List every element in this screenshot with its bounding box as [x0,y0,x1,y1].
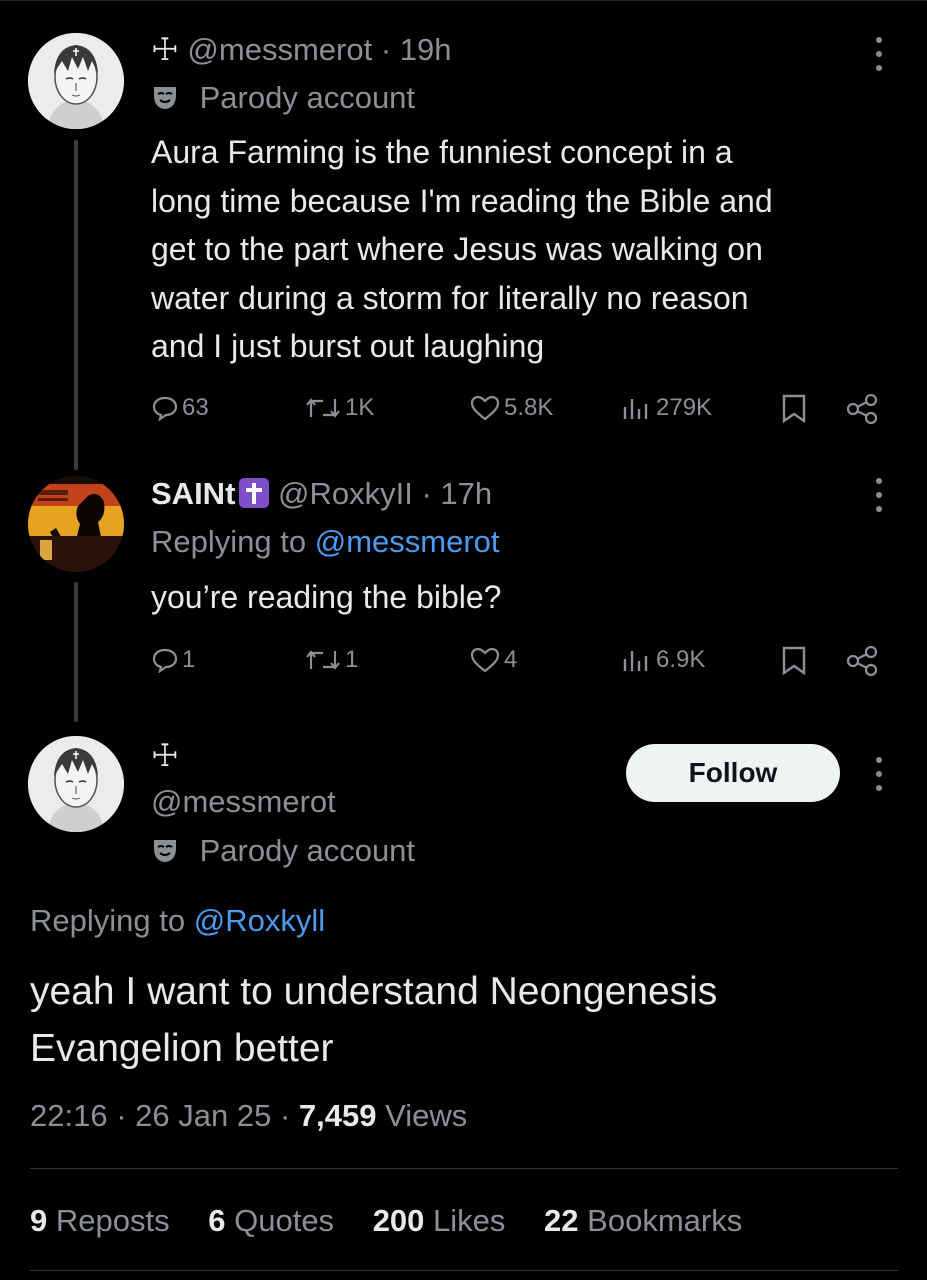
replying-to: Replying to @Roxkyll [30,903,325,939]
repost-icon [306,650,340,670]
separator: · [380,32,392,67]
post-header: ☩ @messmerot · 19h [151,32,452,68]
parody-mask-icon [154,840,176,862]
text-line: water during a storm for literally no re… [151,279,749,316]
timestamp[interactable]: 17h [440,476,492,511]
bookmarks-stat[interactable]: 22 Bookmarks [544,1203,742,1238]
bookmarks-label: Bookmarks [587,1203,743,1238]
reply-icon [152,396,178,421]
separator: · [116,1098,127,1133]
bookmark-icon[interactable] [781,394,807,424]
views-button[interactable]: 6.9K [622,646,705,674]
quotes-count: 6 [208,1203,226,1238]
divider [30,1168,898,1169]
post-header: SAINt @RoxkyII · 17h [151,476,492,512]
post-date[interactable]: 26 Jan 25 [135,1098,271,1133]
text-line: you’re reading the bible? [151,579,502,615]
repost-count: 1K [345,394,375,421]
reply-count: 63 [182,394,209,421]
views-button[interactable]: 279K [622,394,712,422]
likes-count: 200 [372,1203,425,1238]
more-icon[interactable] [874,478,884,512]
parody-label: Parody account [151,80,415,116]
more-icon[interactable] [874,37,884,71]
display-name[interactable]: SAINt [151,476,235,511]
post-text: Aura Farming is the funniest concept in … [151,128,773,371]
separator: · [279,1098,291,1133]
repost-count: 1 [345,646,359,673]
more-icon[interactable] [874,757,884,791]
text-line: Aura Farming is the funniest concept in … [151,134,733,170]
replying-prefix: Replying to [151,524,315,559]
quotes-label: Quotes [234,1203,335,1238]
views-count: 6.9K [656,646,706,673]
text-line: Evangelion better [30,1027,334,1070]
timestamp[interactable]: 19h [400,32,452,67]
post-actions: 1 1 4 6.9K [0,642,927,682]
repost-icon [306,398,340,418]
divider [30,1270,898,1271]
top-divider [0,0,927,1]
like-icon [470,395,500,421]
main-post-text: yeah I want to understand Neongenesis Ev… [30,963,717,1077]
like-count: 5.8K [504,394,554,421]
repost-button[interactable]: 1K [305,394,374,422]
views-count: 7,459 [298,1098,377,1133]
parody-label-text: Parody account [199,833,416,868]
engagement-stats: 9 Reposts 6 Quotes 200 Likes 22 Bookmark… [30,1203,742,1239]
avatar[interactable] [28,33,124,129]
likes-label: Likes [433,1203,506,1238]
text-line: yeah I want to understand Neongenesis [30,970,718,1013]
post-text: you’re reading the bible? [151,573,501,622]
cross-emoji-icon [239,478,270,508]
views-icon [623,399,648,419]
reply-count: 1 [182,646,196,673]
parody-label: Parody account [151,833,415,869]
display-name[interactable]: ☩ [151,738,179,774]
reply-button[interactable]: 63 [152,394,209,422]
views-label: Views [385,1098,468,1133]
share-icon[interactable] [846,646,878,676]
post-time[interactable]: 22:16 [30,1098,108,1133]
avatar[interactable] [28,476,124,572]
text-line: and I just burst out laughing [151,328,545,364]
handle[interactable]: @messmerot [151,784,336,820]
share-icon[interactable] [846,394,878,424]
reply-button[interactable]: 1 [152,646,195,674]
views-count: 279K [656,394,713,421]
handle[interactable]: @messmerot [187,32,372,67]
like-button[interactable]: 5.8K [470,394,553,422]
repost-button[interactable]: 1 [305,646,358,674]
like-icon [470,647,500,673]
follow-button[interactable]: Follow [626,744,840,802]
separator: · [421,476,432,511]
quotes-stat[interactable]: 6 Quotes [208,1203,334,1238]
avatar[interactable] [28,736,124,832]
post-actions: 63 1K 5.8K 279K [0,390,927,430]
bookmarks-count: 22 [544,1203,579,1238]
parody-label-text: Parody account [199,80,416,115]
text-line: long time because I'm reading the Bible … [151,182,773,219]
reposts-stat[interactable]: 9 Reposts [30,1203,170,1238]
views-icon [623,651,648,671]
reply-icon [152,648,178,673]
parody-mask-icon [154,87,176,109]
replying-to: Replying to @messmerot [151,524,500,560]
like-button[interactable]: 4 [470,646,517,674]
handle[interactable]: @RoxkyII [278,476,413,511]
post-meta: 22:16 · 26 Jan 25 · 7,459 Views [30,1098,467,1134]
cross-symbol: ☩ [151,32,179,67]
like-count: 4 [504,646,518,673]
text-line: get to the part where Jesus was walking … [151,231,763,267]
replying-to-link[interactable]: @Roxkyll [194,903,325,938]
bookmark-icon[interactable] [781,646,807,676]
likes-stat[interactable]: 200 Likes [373,1203,506,1238]
reposts-count: 9 [30,1203,48,1238]
replying-prefix: Replying to [30,903,194,938]
reposts-label: Reposts [55,1203,170,1238]
replying-to-link[interactable]: @messmerot [315,524,500,559]
